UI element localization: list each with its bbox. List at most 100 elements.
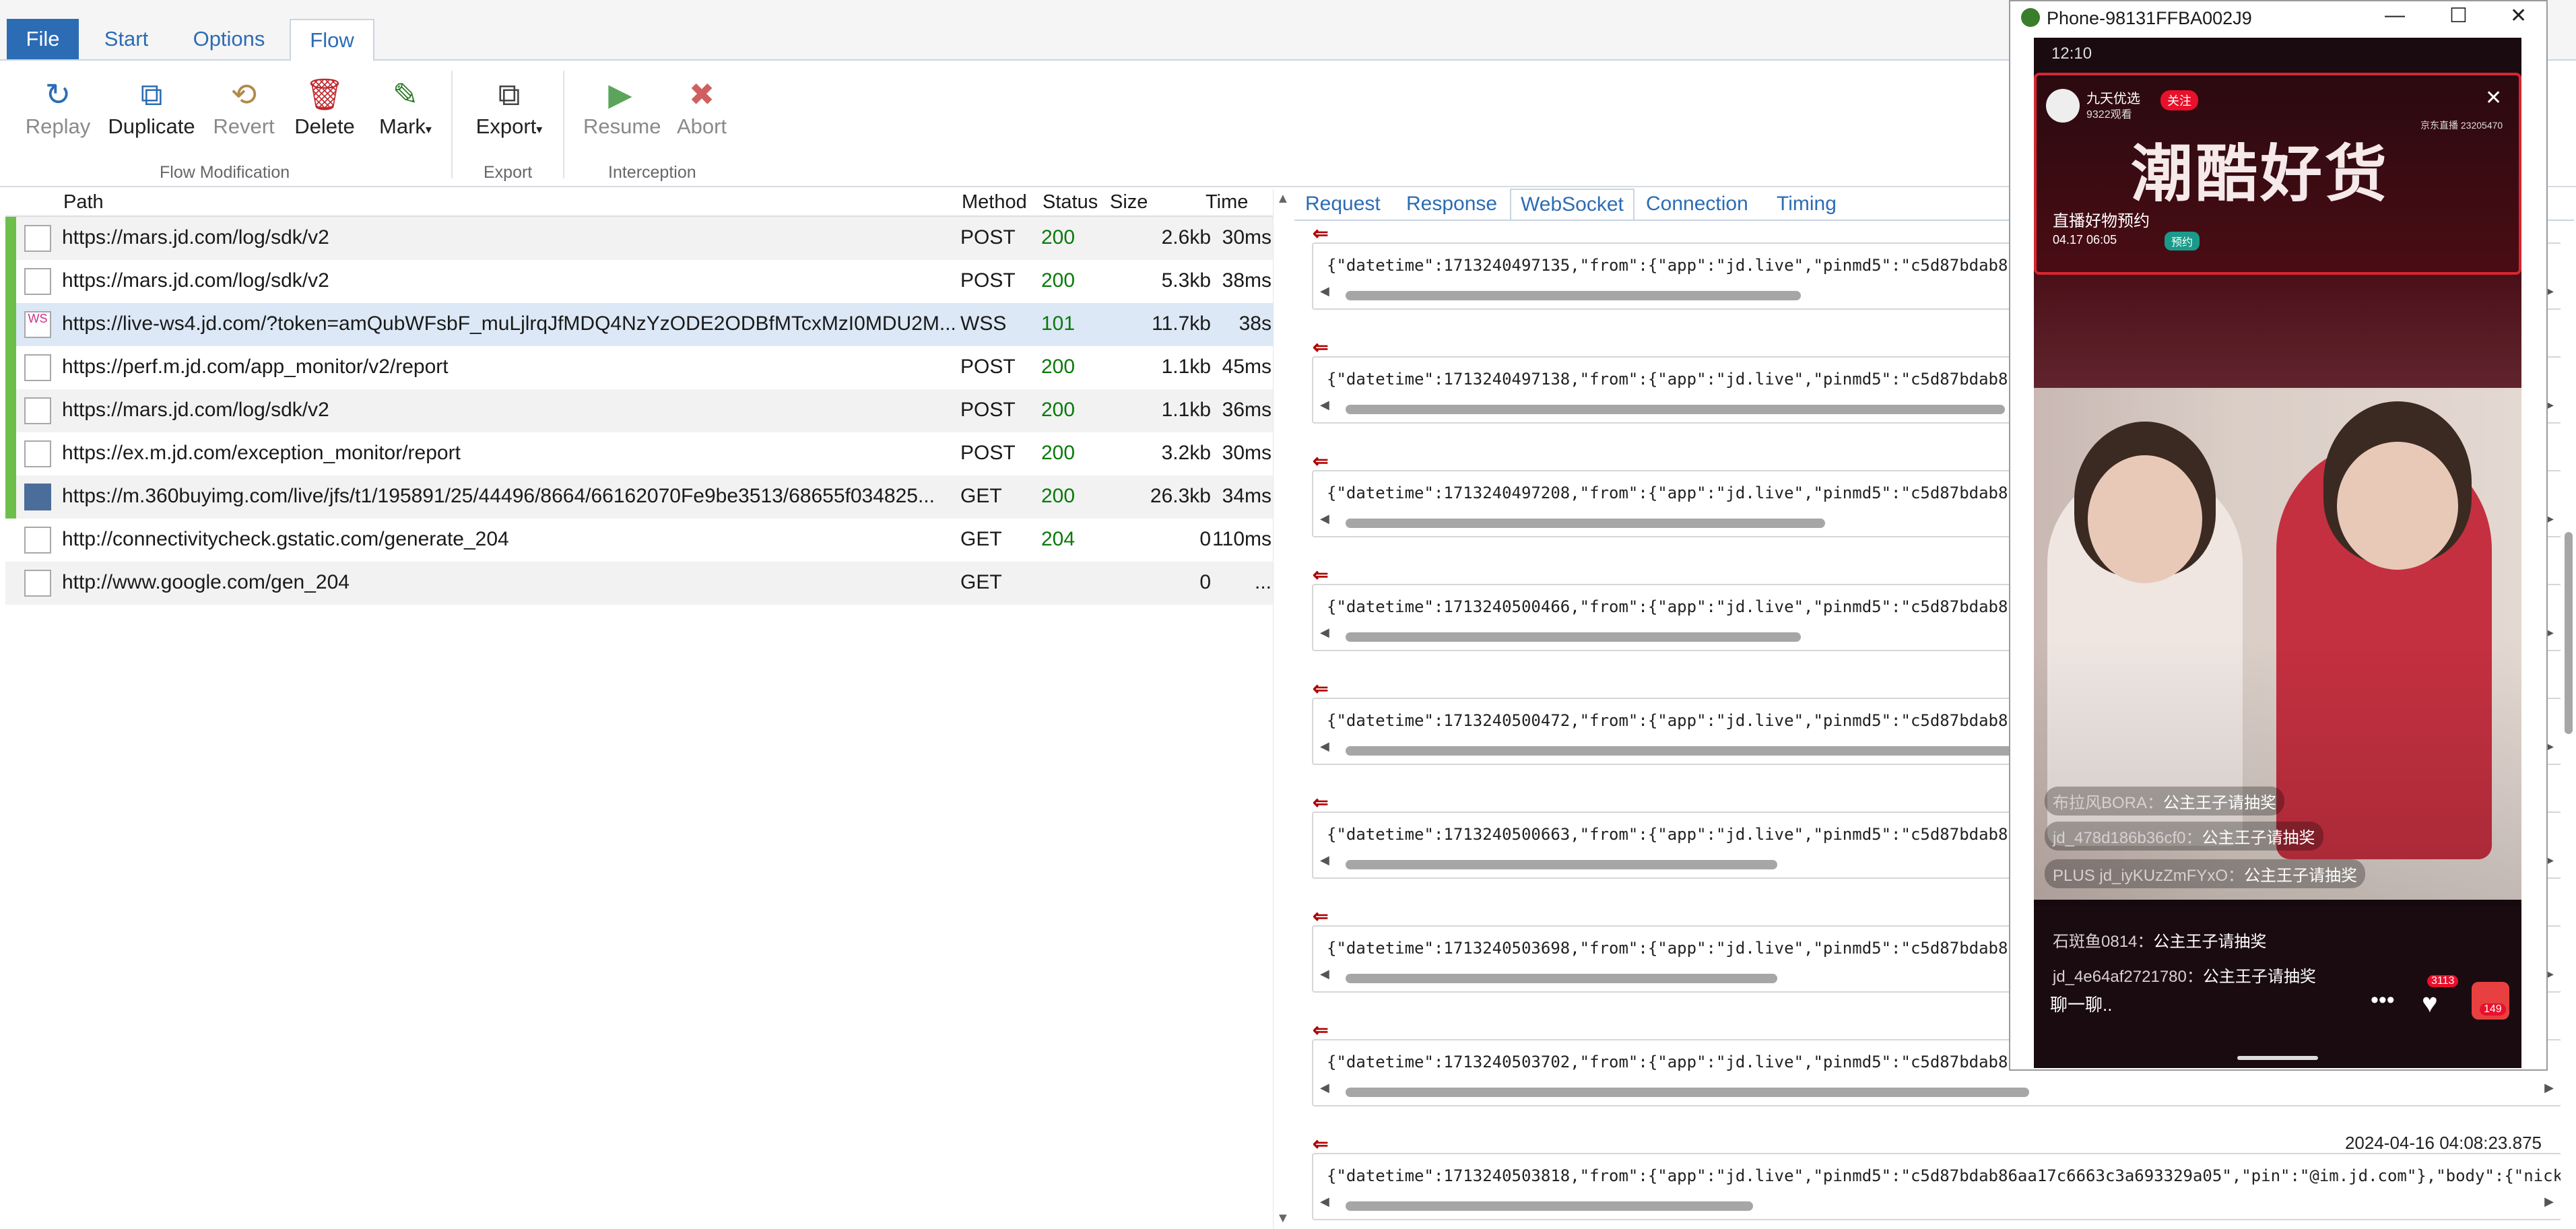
reserve-button[interactable]: 预约 (2165, 232, 2200, 251)
column-size[interactable]: Size (1110, 191, 1148, 213)
abort-button[interactable]: ✖ Abort (668, 74, 735, 139)
mark-button[interactable]: ✎ Mark▾ (372, 74, 439, 139)
rank-label: 京东直播 23205470 (2420, 120, 2503, 131)
scroll-left-icon[interactable]: ◀ (1320, 284, 1329, 298)
close-icon[interactable]: ✕ (2510, 4, 2527, 28)
menu-tab-file[interactable]: File (7, 19, 79, 59)
flow-path: https://m.360buyimg.com/live/jfs/t1/1958… (62, 485, 935, 507)
tab-websocket[interactable]: WebSocket (1510, 189, 1634, 220)
flow-status: 200 (1041, 485, 1076, 507)
comment-user: PLUS jd_iyKUzZmFYxO： (2053, 867, 2245, 885)
close-live-icon[interactable]: ✕ (2485, 86, 2502, 110)
horizontal-scroll-thumb[interactable] (1346, 405, 2005, 414)
column-path[interactable]: Path (63, 191, 104, 213)
flow-time: 36ms (1222, 399, 1272, 421)
scrollbar-thumb[interactable] (2565, 532, 2573, 734)
flow-row[interactable]: https://perf.m.jd.com/app_monitor/v2/rep… (5, 346, 1273, 389)
horizontal-scroll-thumb[interactable] (1346, 1088, 2029, 1097)
scroll-down-icon[interactable]: ▼ (1276, 1211, 1290, 1226)
message-body[interactable]: {"datetime":1713240503818,"from":{"app":… (1312, 1153, 2561, 1220)
group-label-interception: Interception (608, 163, 696, 182)
like-count: 3113 (2427, 975, 2459, 987)
more-icon[interactable]: ••• (2371, 987, 2395, 1014)
flow-status: 200 (1041, 442, 1076, 464)
message-text: {"datetime":1713240500472,"from":{"app":… (1327, 711, 2018, 730)
flow-status: 101 (1041, 312, 1076, 335)
row-status-bar (5, 389, 16, 432)
scroll-left-icon[interactable]: ◀ (1320, 626, 1329, 640)
revert-icon: ⟲ (230, 77, 257, 112)
scroll-left-icon[interactable]: ◀ (1320, 853, 1329, 867)
phone-titlebar: Phone-98131FFBA002J9 — ☐ ✕ (2010, 1, 2546, 35)
live-bottom-bar: 聊一聊.. ••• ♥ 3113 149 (2034, 974, 2521, 1034)
scroll-left-icon[interactable]: ◀ (1320, 739, 1329, 754)
horizontal-scroll-thumb[interactable] (1346, 860, 1777, 869)
home-indicator[interactable] (2237, 1056, 2318, 1060)
incoming-arrow-icon: ⇐ (1313, 451, 1329, 471)
column-status[interactable]: Status (1043, 191, 1098, 213)
horizontal-scroll-thumb[interactable] (1346, 632, 1801, 642)
horizontal-scroll-thumb[interactable] (1346, 1201, 1753, 1211)
file-icon (24, 527, 51, 554)
flow-time: 38ms (1222, 269, 1272, 292)
column-time[interactable]: Time (1206, 191, 1248, 213)
minimize-icon[interactable]: — (2385, 4, 2405, 27)
message-text: {"datetime":1713240503702,"from":{"app":… (1327, 1053, 2018, 1071)
flow-row[interactable]: http://www.google.com/gen_204 GET 0 ... (5, 562, 1273, 605)
scroll-left-icon[interactable]: ◀ (1320, 1195, 1329, 1209)
flow-path: https://mars.jd.com/log/sdk/v2 (62, 269, 329, 292)
websocket-icon: WS (24, 311, 51, 338)
horizontal-scroll-thumb[interactable] (1346, 291, 1801, 300)
flow-row[interactable]: https://m.360buyimg.com/live/jfs/t1/1958… (5, 475, 1273, 519)
revert-button[interactable]: ⟲ Revert (210, 74, 277, 139)
scroll-left-icon[interactable]: ◀ (1320, 398, 1329, 412)
column-method[interactable]: Method (962, 191, 1027, 213)
flow-row-selected[interactable]: WS https://live-ws4.jd.com/?token=amQubW… (5, 303, 1273, 346)
tab-request[interactable]: Request (1305, 193, 1381, 215)
flow-row[interactable]: https://mars.jd.com/log/sdk/v2 POST 200 … (5, 217, 1273, 260)
horizontal-scroll-thumb[interactable] (1346, 974, 1777, 983)
menu-tab-options[interactable]: Options (178, 19, 279, 59)
menu-tab-flow[interactable]: Flow (290, 19, 374, 62)
tab-timing[interactable]: Timing (1777, 193, 1837, 215)
horizontal-scroll-thumb[interactable] (1346, 519, 1825, 528)
follow-button[interactable]: 关注 (2160, 90, 2198, 110)
scroll-left-icon[interactable]: ◀ (1320, 967, 1329, 981)
websocket-message[interactable]: ⇐ 2024-04-16 04:08:23.875 {"datetime":1713… (1294, 1133, 2561, 1229)
flow-row[interactable]: https://mars.jd.com/log/sdk/v2 POST 200 … (5, 389, 1273, 432)
flow-row[interactable]: http://connectivitycheck.gstatic.com/gen… (5, 519, 1273, 562)
horizontal-scroll-thumb[interactable] (1346, 746, 2089, 756)
incoming-arrow-icon: ⇐ (1313, 564, 1329, 585)
resume-button[interactable]: ▶ Resume (583, 74, 661, 139)
scroll-right-icon[interactable]: ▶ (2544, 1195, 2554, 1209)
detail-scrollbar[interactable] (2561, 189, 2575, 1229)
tab-response[interactable]: Response (1406, 193, 1497, 215)
scroll-up-icon[interactable]: ▲ (1276, 191, 1290, 207)
flow-row[interactable]: https://ex.m.jd.com/exception_monitor/re… (5, 432, 1273, 475)
flow-method: GET (960, 571, 1002, 593)
scroll-left-icon[interactable]: ◀ (1320, 512, 1329, 526)
flow-row[interactable]: https://mars.jd.com/log/sdk/v2 POST 200 … (5, 260, 1273, 303)
mark-label: Mark (379, 114, 426, 138)
maximize-icon[interactable]: ☐ (2449, 4, 2468, 28)
flow-size: 1.1kb (1161, 356, 1211, 378)
export-button[interactable]: ⧉ Export▾ (471, 74, 547, 139)
shop-avatar[interactable] (2046, 89, 2080, 123)
scroll-right-icon[interactable]: ▶ (2544, 1081, 2554, 1095)
duplicate-button[interactable]: ⧉ Duplicate (106, 74, 197, 139)
delete-button[interactable]: 🗑 Delete (291, 74, 358, 139)
menu-tab-start[interactable]: Start (94, 19, 158, 59)
like-icon[interactable]: ♥ (2422, 989, 2438, 1019)
image-file-icon (24, 484, 51, 510)
scroll-left-icon[interactable]: ◀ (1320, 1081, 1329, 1095)
replay-button[interactable]: ↻ Replay (24, 74, 92, 139)
tab-connection[interactable]: Connection (1646, 193, 1748, 215)
message-text: {"datetime":1713240503818,"from":{"app":… (1327, 1166, 2561, 1185)
phone-screen[interactable]: 12:10 九天优选 9322观看 关注 京东直播 23205470 ✕ 潮酷好… (2034, 38, 2521, 1068)
chat-input[interactable]: 聊一聊.. (2050, 991, 2112, 1016)
duplicate-label: Duplicate (108, 114, 195, 138)
flow-method: POST (960, 269, 1016, 292)
file-icon (24, 570, 51, 597)
export-icon: ⧉ (498, 77, 521, 112)
flow-list-scrollbar[interactable]: ▲ ▼ (1273, 189, 1290, 1229)
